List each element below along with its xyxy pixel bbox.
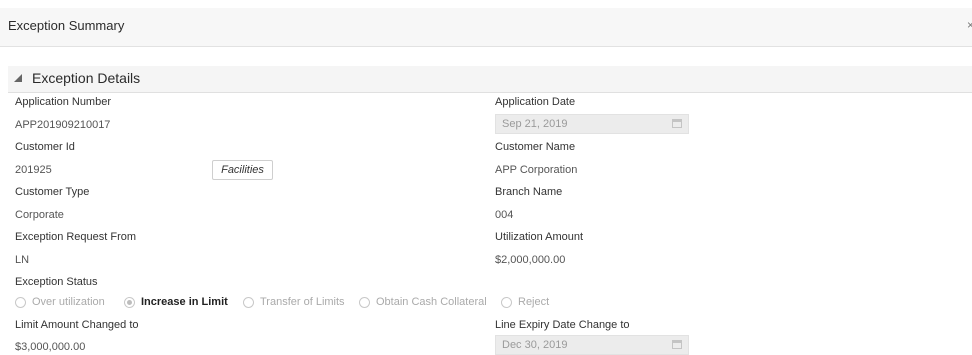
radio-reject[interactable]: Reject <box>501 296 549 308</box>
line-expiry-date-value: Dec 30, 2019 <box>502 339 568 351</box>
radio-transfer-of-limits[interactable]: Transfer of Limits <box>243 296 345 308</box>
section-title: Exception Details <box>32 70 141 86</box>
limit-amount-changed-to-value: $3,000,000.00 <box>15 341 86 353</box>
customer-name-label: Customer Name <box>495 141 576 153</box>
line-expiry-date-field[interactable]: Dec 30, 2019 <box>495 335 689 355</box>
page-title: Exception Summary <box>8 18 125 33</box>
triangle-down-icon[interactable] <box>14 74 22 82</box>
application-date-label: Application Date <box>495 96 576 108</box>
application-number-value: APP201909210017 <box>15 119 111 131</box>
utilization-amount-label: Utilization Amount <box>495 231 584 243</box>
radio-over-utilization[interactable]: Over utilization <box>15 296 105 308</box>
line-expiry-date-change-to-label: Line Expiry Date Change to <box>495 319 630 331</box>
calendar-icon[interactable] <box>672 340 682 349</box>
customer-type-value: Corporate <box>15 209 64 221</box>
radio-label: Reject <box>518 296 550 308</box>
application-date-field[interactable]: Sep 21, 2019 <box>495 114 689 134</box>
branch-name-label: Branch Name <box>495 186 563 198</box>
facilities-button[interactable]: Facilities <box>212 160 273 180</box>
customer-id-value: 201925 <box>15 164 52 176</box>
radio-label: Over utilization <box>32 296 105 308</box>
customer-name-value: APP Corporation <box>495 164 578 176</box>
radio-label: Increase in Limit <box>141 296 228 308</box>
branch-name-value: 004 <box>495 209 514 221</box>
radio-circle[interactable] <box>15 296 26 308</box>
utilization-amount-value: $2,000,000.00 <box>495 254 566 266</box>
close-icon[interactable]: × <box>967 18 972 32</box>
radio-circle[interactable] <box>501 296 512 308</box>
exception-summary-header: Exception Summary × <box>0 8 972 47</box>
exception-details-section-header[interactable]: Exception Details <box>8 66 972 93</box>
radio-circle-selected[interactable] <box>124 296 135 308</box>
exception-request-from-label: Exception Request From <box>15 231 137 243</box>
calendar-icon[interactable] <box>672 119 682 128</box>
application-number-label: Application Number <box>15 96 111 108</box>
exception-status-label: Exception Status <box>15 276 98 288</box>
radio-label: Obtain Cash Collateral <box>376 296 487 308</box>
application-date-value: Sep 21, 2019 <box>502 118 568 130</box>
radio-circle[interactable] <box>359 296 370 308</box>
exception-request-from-value: LN <box>15 254 30 266</box>
customer-id-label: Customer Id <box>15 141 75 153</box>
radio-obtain-cash-collateral[interactable]: Obtain Cash Collateral <box>359 296 487 308</box>
radio-circle[interactable] <box>243 296 254 308</box>
radio-increase-in-limit[interactable]: Increase in Limit <box>124 296 228 308</box>
customer-type-label: Customer Type <box>15 186 90 198</box>
limit-amount-changed-to-label: Limit Amount Changed to <box>15 319 139 331</box>
radio-label: Transfer of Limits <box>260 296 345 308</box>
